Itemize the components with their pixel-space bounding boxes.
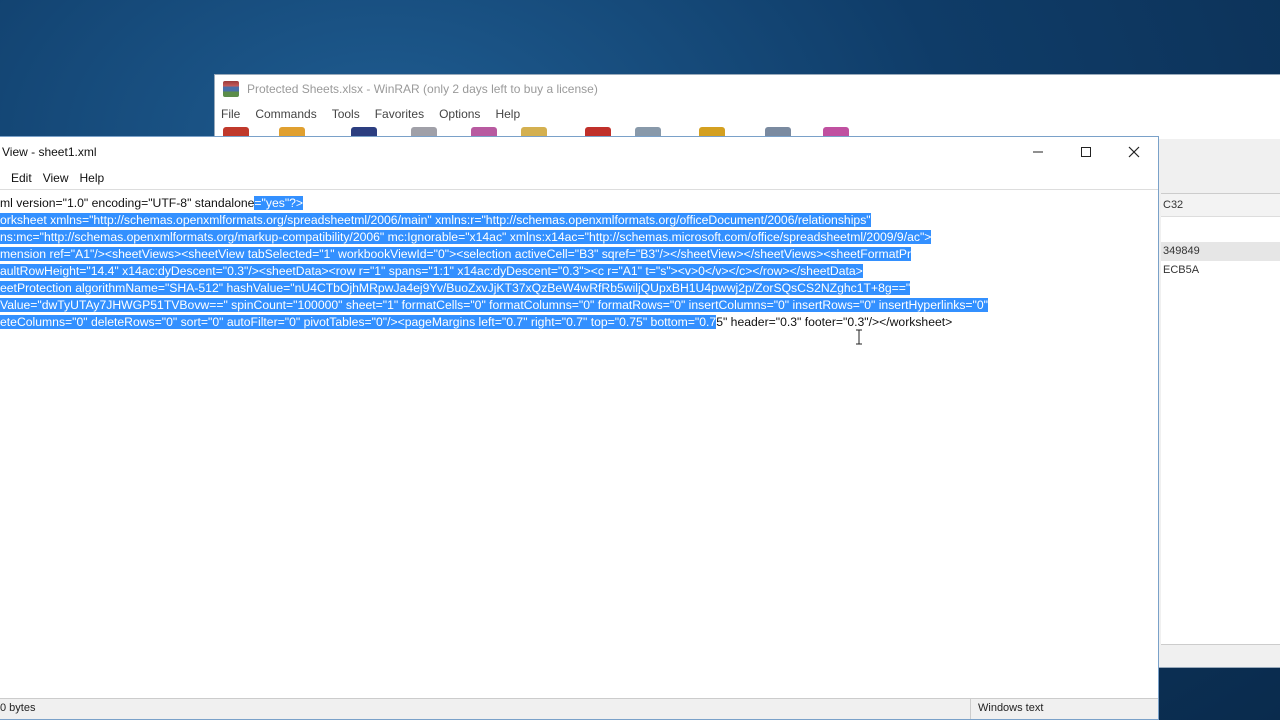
maximize-icon (1081, 147, 1091, 157)
notepad-title: View - sheet1.xml (2, 145, 97, 159)
line-text: 5" header="0.3" footer="0.3"/></workshee… (716, 315, 953, 329)
winrar-menu-help[interactable]: Help (495, 107, 520, 121)
selected-text: ns:mc="http://schemas.openxmlformats.org… (0, 230, 932, 244)
list-item[interactable]: 349849 (1161, 242, 1280, 261)
window-controls (1014, 137, 1158, 167)
line-text: ml version="1.0" encoding="UTF-8" standa… (0, 196, 255, 210)
winrar-titlebar[interactable]: Protected Sheets.xlsx - WinRAR (only 2 d… (215, 75, 1280, 103)
code-line: ns:mc="http://schemas.openxmlformats.org… (0, 229, 932, 245)
selected-text: aultRowHeight="14.4" x14ac:dyDescent="0.… (0, 264, 863, 278)
winrar-logo-icon (223, 81, 239, 97)
menu-edit[interactable]: Edit (11, 171, 32, 185)
selected-text: mension ref="A1"/><sheetViews><sheetView… (0, 247, 912, 261)
status-byte-count: 0 bytes (0, 702, 36, 714)
menu-view[interactable]: View (43, 171, 69, 185)
list-item[interactable] (1161, 223, 1280, 242)
close-button[interactable] (1110, 137, 1158, 167)
winrar-title: Protected Sheets.xlsx - WinRAR (only 2 d… (247, 82, 598, 96)
selected-text: ="yes"?> (254, 196, 304, 210)
notepad-titlebar[interactable]: View - sheet1.xml (0, 137, 1158, 167)
ibeam-cursor-icon (855, 329, 863, 345)
winrar-menu-options[interactable]: Options (439, 107, 480, 121)
menu-help[interactable]: Help (79, 171, 104, 185)
winrar-menu-tools[interactable]: Tools (332, 107, 360, 121)
code-line: eetProtection algorithmName="SHA-512" ha… (0, 280, 911, 296)
winrar-menu-commands[interactable]: Commands (255, 107, 316, 121)
status-encoding: Windows text (978, 702, 1044, 714)
code-line: mension ref="A1"/><sheetViews><sheetView… (0, 246, 912, 262)
code-line: eteColumns="0" deleteRows="0" sort="0" a… (0, 314, 952, 330)
minimize-button[interactable] (1014, 137, 1062, 167)
maximize-button[interactable] (1062, 137, 1110, 167)
selected-text: eetProtection algorithmName="SHA-512" ha… (0, 281, 911, 295)
winrar-file-list[interactable]: C32 349849 ECB5A (1161, 193, 1280, 644)
list-item[interactable]: ECB5A (1161, 261, 1280, 280)
minimize-icon (1033, 151, 1043, 153)
selected-text: Value="dwTyUTAy7JHWGP51TVBovw==" spinCou… (0, 298, 988, 312)
status-divider (970, 699, 971, 719)
code-line: Value="dwTyUTAy7JHWGP51TVBovw==" spinCou… (0, 297, 988, 313)
selected-text: eteColumns="0" deleteRows="0" sort="0" a… (0, 315, 717, 329)
notepad-window[interactable]: View - sheet1.xml Edit View Help ml vers… (0, 136, 1159, 720)
notepad-menubar: Edit View Help (0, 167, 1158, 190)
winrar-statusbar (1161, 644, 1280, 667)
winrar-menu-favorites[interactable]: Favorites (375, 107, 424, 121)
winrar-menubar: File Commands Tools Favorites Options He… (215, 103, 1280, 125)
notepad-statusbar: 0 bytes Windows text (0, 698, 1158, 719)
code-line: aultRowHeight="14.4" x14ac:dyDescent="0.… (0, 263, 863, 279)
crc-column-header[interactable]: C32 (1161, 194, 1280, 217)
selected-text: orksheet xmlns="http://schemas.openxmlfo… (0, 213, 871, 227)
code-line: ml version="1.0" encoding="UTF-8" standa… (0, 195, 304, 211)
text-editor-area[interactable]: ml version="1.0" encoding="UTF-8" standa… (0, 189, 1158, 702)
code-line: orksheet xmlns="http://schemas.openxmlfo… (0, 212, 871, 228)
close-icon (1128, 146, 1140, 158)
winrar-menu-file[interactable]: File (221, 107, 240, 121)
